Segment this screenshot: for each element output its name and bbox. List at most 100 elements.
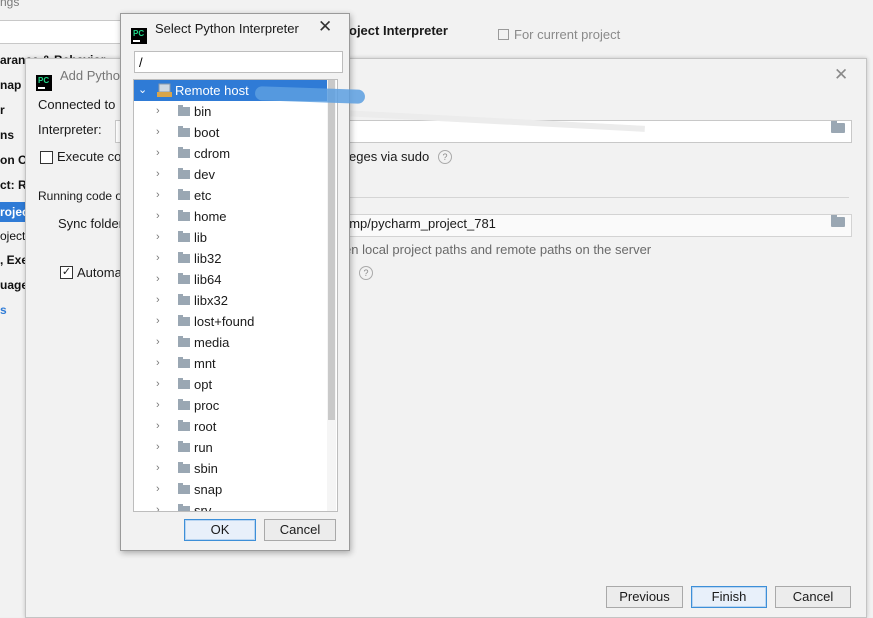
chevron-right-icon[interactable]: › [156,206,160,227]
sync-folders-label: Sync folder [58,216,124,231]
tree-folder-item[interactable]: › root [134,416,327,437]
tree-folder-item[interactable]: › boot [134,122,327,143]
chevron-right-icon[interactable]: › [156,500,160,511]
folder-icon [178,462,190,473]
chevron-right-icon[interactable]: › [156,332,160,353]
chevron-right-icon[interactable]: › [156,479,160,500]
help-icon[interactable]: ? [438,150,452,164]
sidebar-item-tools[interactable]: s [0,303,7,317]
tree-folder-label: opt [194,377,213,392]
folder-icon [178,126,190,137]
dialog-title: PC Add Pytho [36,68,120,91]
file-tree[interactable]: ⌄ Remote host › bin › boot › cdrom › dev › etc › ho… [133,79,338,512]
tree-folder-label: dev [194,167,215,182]
chevron-right-icon[interactable]: › [156,248,160,269]
chevron-right-icon[interactable]: › [156,416,160,437]
folder-icon [178,441,190,452]
chevron-right-icon[interactable]: › [156,185,160,206]
chevron-right-icon[interactable]: › [156,269,160,290]
settings-page-title: oject Interpreter [349,23,448,38]
remote-host-icon [157,83,172,97]
tree-scrollbar-thumb[interactable] [328,80,335,420]
folder-icon [178,483,190,494]
tree-folder-item[interactable]: › lib32 [134,248,327,269]
tree-folder-item[interactable]: › opt [134,374,327,395]
chevron-right-icon[interactable]: › [156,164,160,185]
chevron-right-icon[interactable]: › [156,437,160,458]
tree-folder-item[interactable]: › home [134,206,327,227]
tree-folder-item[interactable]: › mnt [134,353,327,374]
ok-button[interactable]: OK [184,519,256,541]
execute-sudo-checkbox[interactable] [40,151,53,164]
tree-folder-item[interactable]: › lib64 [134,269,327,290]
tree-folder-label: sbin [194,461,218,476]
tree-folder-label: snap [194,482,223,497]
help-icon[interactable]: ? [359,266,373,280]
chevron-right-icon[interactable]: › [156,143,160,164]
sidebar-item-version-control[interactable]: on C [0,153,27,167]
settings-title: ngs [0,0,20,9]
tree-folder-item[interactable]: › proc [134,395,327,416]
chevron-right-icon[interactable]: › [156,458,160,479]
tree-folder-item[interactable]: › etc [134,185,327,206]
tree-folder-label: etc [194,188,212,203]
tree-folder-label: lib32 [194,251,222,266]
tree-folder-item[interactable]: › snap [134,479,327,500]
close-icon[interactable]: ✕ [318,17,332,37]
chevron-down-icon[interactable]: ⌄ [138,80,147,101]
pycharm-logo-icon: PC [131,28,147,44]
previous-button[interactable]: Previous [606,586,683,608]
chevron-right-icon[interactable]: › [156,353,160,374]
chevron-right-icon[interactable]: › [156,101,160,122]
auto-upload-checkbox[interactable]: ✓ [60,266,73,279]
running-code-section-label: Running code o [38,189,123,203]
connected-to-label: Connected to [38,97,116,112]
execute-code-label: Execute co [57,149,122,164]
tree-folder-item[interactable]: › run [134,437,327,458]
sidebar-item-keymap[interactable]: nap [0,78,21,92]
chevron-right-icon[interactable]: › [156,395,160,416]
tree-folder-label: libx32 [194,293,228,308]
tree-folder-item[interactable]: › dev [134,164,327,185]
chevron-right-icon[interactable]: › [156,311,160,332]
chevron-right-icon[interactable]: › [156,374,160,395]
dialog-title: PC Select Python Interpreter [131,21,299,44]
sidebar-item-languages[interactable]: uage [0,278,28,292]
folder-icon [178,420,190,431]
cancel-button[interactable]: Cancel [775,586,851,608]
finish-button[interactable]: Finish [691,586,767,608]
chevron-right-icon[interactable]: › [156,290,160,311]
tree-folder-item[interactable]: › srv [134,500,327,512]
copy-icon [498,29,509,40]
sidebar-item-project-structure[interactable]: oject [0,229,25,243]
sidebar-item-project-interpreter[interactable]: roject [0,202,26,222]
path-input[interactable] [134,51,343,73]
chevron-right-icon[interactable]: › [156,122,160,143]
tree-folder-item[interactable]: › lib [134,227,327,248]
close-icon[interactable]: ✕ [834,65,848,85]
tree-folder-label: home [194,209,227,224]
folder-icon [178,210,190,221]
folder-icon [178,147,190,158]
folder-icon [178,294,190,305]
tree-folder-label: lost+found [194,314,255,329]
tree-folder-label: srv [194,503,212,512]
sidebar-item-editor[interactable]: r [0,103,5,117]
chevron-right-icon[interactable]: › [156,227,160,248]
for-current-project-label: For current project [498,27,620,42]
tree-root-label: Remote host [175,83,249,98]
cancel-button[interactable]: Cancel [264,519,336,541]
tree-folder-item[interactable]: › media [134,332,327,353]
sidebar-item-project[interactable]: ct: R [0,178,27,192]
sidebar-item-build-execution[interactable]: , Exe [0,253,28,267]
sidebar-item-plugins[interactable]: ns [0,128,14,142]
settings-search-input[interactable] [0,20,123,44]
tree-folder-item[interactable]: › sbin [134,458,327,479]
tree-folder-item[interactable]: › bin [134,101,327,122]
tree-folder-item[interactable]: › lost+found [134,311,327,332]
browse-folder-icon[interactable] [831,121,845,133]
folder-icon [178,399,190,410]
tree-folder-item[interactable]: › cdrom [134,143,327,164]
browse-folder-icon[interactable] [831,215,845,227]
tree-folder-item[interactable]: › libx32 [134,290,327,311]
